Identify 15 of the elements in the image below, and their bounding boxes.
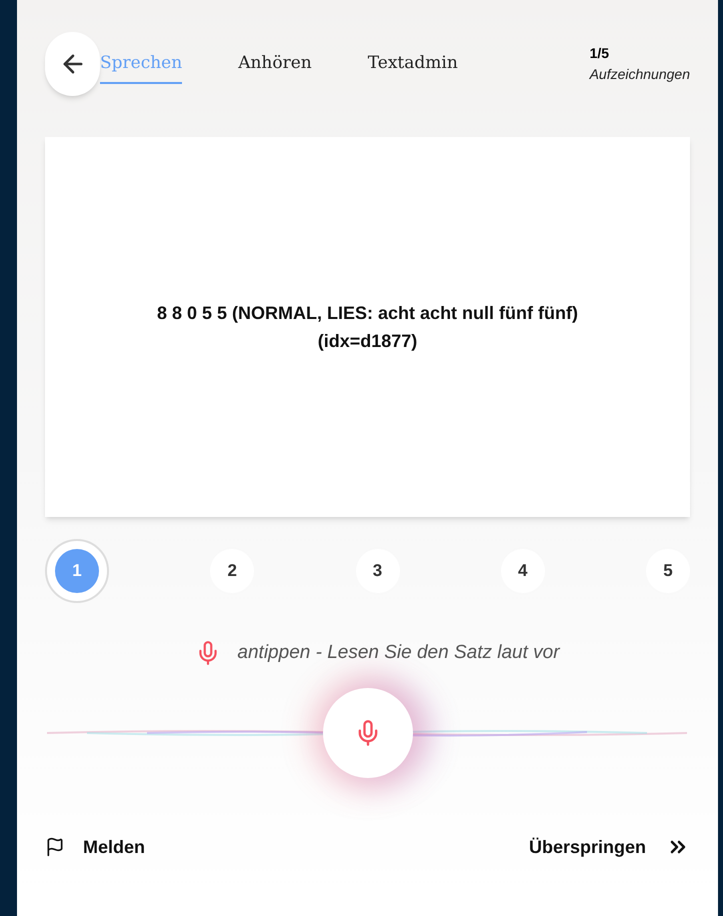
- flag-icon: [45, 837, 65, 857]
- tab[interactable]: Anhören: [238, 42, 312, 84]
- hint-text: antippen - Lesen Sie den Satz laut vor: [237, 641, 560, 665]
- step-button[interactable]: 5: [646, 549, 690, 593]
- progress-count: 1/5: [590, 44, 610, 62]
- back-button[interactable]: [45, 32, 100, 96]
- step-button[interactable]: 2: [210, 549, 254, 593]
- progress-label: Aufzeichnungen: [590, 64, 690, 84]
- tab[interactable]: Textadmin: [368, 42, 458, 84]
- sentence-text: (idx=d1877): [318, 330, 418, 353]
- skip-button[interactable]: Überspringen: [528, 834, 690, 860]
- step-button[interactable]: 3: [356, 549, 400, 593]
- report-button[interactable]: Melden: [45, 834, 146, 860]
- step-button[interactable]: 4: [500, 549, 545, 593]
- sentence-text: 8 8 0 5 5 (NORMAL, LIES: acht acht null fünf fünf): [156, 302, 578, 325]
